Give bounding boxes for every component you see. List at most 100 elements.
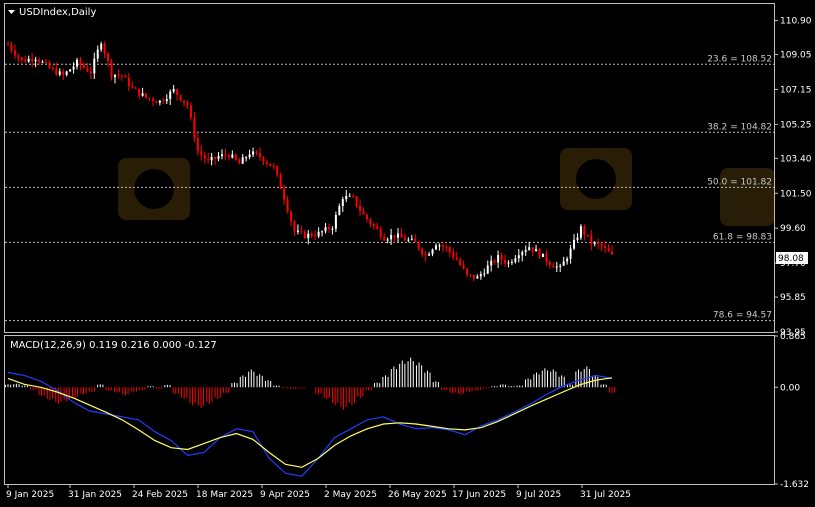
macd-tick-label: -1.632 — [780, 480, 809, 490]
bear-candle — [448, 247, 451, 253]
symbol-label: USDIndex,Daily — [19, 7, 96, 18]
bear-candle — [193, 117, 196, 139]
bear-candle — [134, 87, 137, 89]
bear-candle — [303, 231, 306, 239]
date-tick-label: 31 Jan 2025 — [68, 490, 122, 500]
bear-candle — [552, 265, 555, 268]
date-tick-label: 26 May 2025 — [388, 490, 447, 500]
date-tick-label: 18 Mar 2025 — [196, 490, 253, 500]
bear-candle — [290, 211, 293, 222]
bull-candle — [476, 276, 479, 279]
bear-candle — [255, 151, 258, 154]
bear-candle — [262, 157, 265, 162]
bear-candle — [203, 154, 206, 159]
bear-candle — [145, 93, 148, 98]
bear-candle — [24, 59, 27, 62]
bull-candle — [431, 249, 434, 255]
bear-candle — [176, 88, 179, 95]
bull-candle — [317, 231, 320, 237]
bull-candle — [576, 237, 579, 240]
bear-candle — [103, 43, 106, 54]
bull-candle — [555, 266, 558, 268]
bull-candle — [334, 214, 337, 229]
bear-candle — [272, 165, 275, 167]
chart-svg: 23.6 = 108.52 38.2 = 104.82 50.0 = 101.82 6… — [4, 3, 812, 500]
bull-candle — [324, 227, 327, 232]
date-tick-label: 31 Jul 2025 — [580, 490, 631, 500]
bull-candle — [535, 249, 538, 252]
price-tick-label: 105.25 — [780, 120, 812, 130]
bull-candle — [69, 69, 72, 72]
bear-candle — [469, 274, 472, 276]
bear-candle — [352, 195, 355, 197]
bear-candle — [269, 163, 272, 166]
bear-candle — [310, 233, 313, 237]
bear-candle — [383, 236, 386, 241]
bear-candle — [207, 158, 210, 161]
bull-candle — [113, 74, 116, 77]
current-price-badge: 98.08 — [776, 252, 808, 264]
bear-candle — [117, 74, 120, 76]
bear-candle — [314, 236, 317, 238]
bear-candle — [55, 68, 58, 75]
bull-candle — [569, 248, 572, 259]
bull-candle — [579, 226, 582, 238]
macd-label: MACD(12,26,9) 0.119 0.216 0.000 -0.127 — [10, 340, 217, 351]
bull-candle — [34, 59, 37, 62]
bear-candle — [545, 253, 548, 262]
bull-candle — [72, 66, 75, 70]
bear-candle — [186, 102, 189, 106]
bear-candle — [355, 196, 358, 206]
fib-level-label: 61.8 = 98.83 — [713, 232, 772, 242]
bull-candle — [252, 151, 255, 155]
bear-candle — [138, 88, 141, 96]
bull-candle — [76, 59, 79, 67]
bull-candle — [345, 195, 348, 200]
bull-candle — [428, 254, 431, 256]
fib-level-label: 23.6 = 108.52 — [707, 54, 772, 64]
bull-candle — [497, 254, 500, 263]
bear-candle — [393, 235, 396, 238]
bull-candle — [397, 233, 400, 238]
bull-candle — [541, 253, 544, 258]
bear-candle — [224, 154, 227, 156]
bull-candle — [27, 58, 30, 62]
bear-candle — [82, 65, 85, 68]
bull-candle — [390, 235, 393, 240]
bull-candle — [510, 262, 513, 264]
bear-candle — [189, 105, 192, 118]
symbol-dropdown[interactable]: USDIndex,Daily — [8, 7, 96, 18]
bear-candle — [548, 261, 551, 266]
bull-candle — [410, 238, 413, 240]
bear-candle — [265, 161, 268, 164]
bear-candle — [362, 210, 365, 215]
bull-candle — [307, 233, 310, 239]
bear-candle — [611, 251, 613, 255]
bear-candle — [196, 138, 199, 152]
bear-candle — [372, 223, 375, 226]
bull-candle — [141, 93, 144, 96]
bear-candle — [586, 234, 589, 236]
bear-candle — [7, 44, 9, 46]
bear-candle — [421, 248, 424, 255]
bear-candle — [424, 254, 427, 256]
fib-level-label: 78.6 = 94.57 — [713, 311, 772, 321]
bear-candle — [600, 244, 603, 247]
bull-candle — [65, 71, 68, 76]
bear-candle — [183, 100, 186, 103]
bull-candle — [96, 49, 99, 59]
bull-candle — [486, 265, 489, 274]
bear-candle — [327, 227, 330, 230]
bull-candle — [100, 43, 103, 50]
bear-candle — [38, 59, 41, 63]
bull-candle — [331, 228, 334, 230]
bull-candle — [220, 154, 223, 157]
dropdown-triangle-icon — [8, 10, 15, 14]
bear-candle — [127, 77, 130, 87]
bear-candle — [155, 101, 158, 103]
bear-candle — [151, 98, 154, 102]
bear-candle — [79, 59, 82, 66]
bull-candle — [483, 273, 486, 275]
price-tick-label: 103.40 — [780, 154, 812, 164]
bear-candle — [452, 252, 455, 258]
